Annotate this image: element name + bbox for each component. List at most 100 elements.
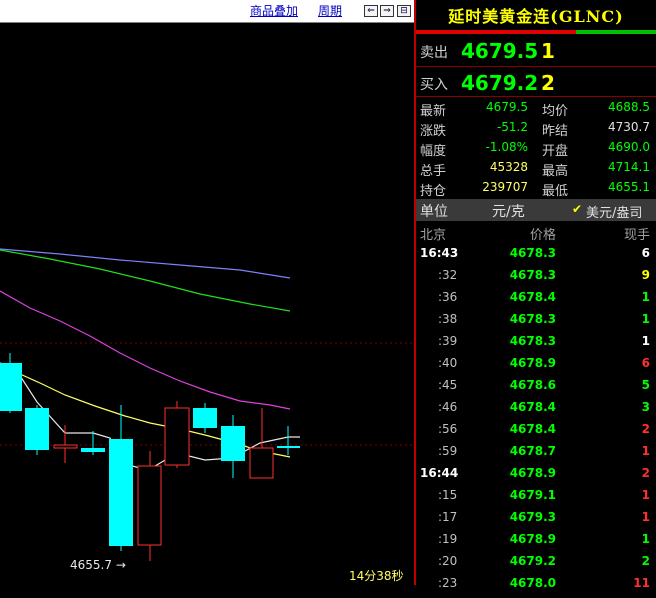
tick-volume: 5 <box>641 378 650 392</box>
candlestick-chart[interactable] <box>0 23 414 585</box>
stat-label: 总手 <box>420 164 447 179</box>
tick-row: :32 4678.3 9 <box>416 268 656 290</box>
tick-price: 4678.3 <box>509 268 556 282</box>
stat-label: 均价 <box>542 104 569 119</box>
candle <box>193 403 217 433</box>
tick-volume: 6 <box>641 246 650 260</box>
tick-time: :59 <box>438 444 458 458</box>
tick-time: :39 <box>438 334 458 348</box>
checkbox-check-icon[interactable]: ✔ <box>572 202 582 216</box>
tick-price: 4679.3 <box>509 510 556 524</box>
tick-header-price: 价格 <box>529 228 556 243</box>
tick-price: 4678.9 <box>509 532 556 546</box>
tick-row: :23 4678.0 11 <box>416 576 656 598</box>
kline-chart-panel[interactable]: 商品叠加 周期 ⇐ ⇒ ⊟ 4655.7 → 14分38秒 <box>0 0 414 585</box>
tick-price: 4678.6 <box>509 378 556 392</box>
ma-blue-line <box>0 248 291 279</box>
tick-row: 16:43 4678.3 6 <box>416 246 656 268</box>
candle <box>221 415 245 478</box>
buy-price: 4679.2 <box>461 71 539 95</box>
tick-price: 4678.3 <box>509 246 556 260</box>
tick-volume: 3 <box>641 400 650 414</box>
tick-volume: 6 <box>641 356 650 370</box>
stat-label: 持仓 <box>420 184 447 199</box>
stat-value: 239707 <box>482 180 528 194</box>
tick-price: 4678.3 <box>509 312 556 326</box>
overlay-link[interactable]: 商品叠加 <box>250 4 298 18</box>
countdown-timer: 14分38秒 <box>349 569 404 583</box>
tick-time: :17 <box>438 510 458 524</box>
tick-row: :15 4679.1 1 <box>416 488 656 510</box>
candle <box>109 405 133 551</box>
candle <box>25 405 49 455</box>
tick-row: :56 4678.4 2 <box>416 422 656 444</box>
tick-price: 4678.4 <box>509 290 556 304</box>
tick-row: :46 4678.4 3 <box>416 400 656 422</box>
low-price-marker: 4655.7 → <box>70 558 126 572</box>
tick-volume: 1 <box>641 510 650 524</box>
tick-time: :15 <box>438 488 458 502</box>
unit-value: 元/克 <box>492 204 525 220</box>
tick-header: 北京 价格 现手 <box>416 222 656 244</box>
unit-bar: 单位 元/克 ✔ 美元/盎司 <box>416 199 656 221</box>
tick-time: 16:43 <box>420 246 459 260</box>
tick-price: 4678.9 <box>509 466 556 480</box>
tick-price: 4678.3 <box>509 334 556 348</box>
tick-time: :32 <box>438 268 458 282</box>
stat-value: -51.2 <box>496 120 528 134</box>
unit-label: 单位 <box>420 204 448 220</box>
tick-price: 4679.1 <box>509 488 556 502</box>
tick-price: 4678.9 <box>509 356 556 370</box>
tick-header-volume: 现手 <box>623 228 650 243</box>
period-link[interactable]: 周期 <box>318 4 342 18</box>
tick-volume: 1 <box>641 334 650 348</box>
tick-row: :17 4679.3 1 <box>416 510 656 532</box>
collapse-icon[interactable]: ⊟ <box>397 5 411 17</box>
buy-sell-ratio-bar <box>416 30 656 34</box>
sell-volume: 1 <box>541 39 555 63</box>
tick-volume: 1 <box>641 532 650 546</box>
stat-label: 最高 <box>542 164 569 179</box>
tick-price: 4678.7 <box>509 444 556 458</box>
candle <box>164 401 190 468</box>
tick-volume: 1 <box>641 488 650 502</box>
candle <box>81 431 105 455</box>
next-arrow-icon[interactable]: ⇒ <box>380 5 394 17</box>
stat-value: 45328 <box>489 160 528 174</box>
buy-label: 买入 <box>420 77 448 93</box>
divider-line <box>416 96 656 97</box>
tick-volume: 1 <box>641 444 650 458</box>
tick-row: :19 4678.9 1 <box>416 532 656 554</box>
tick-price: 4678.0 <box>509 576 556 590</box>
stat-label: 最新 <box>420 104 447 119</box>
tick-time: :46 <box>438 400 458 414</box>
candle <box>277 426 300 455</box>
tick-volume: 2 <box>641 466 650 480</box>
stat-value: 4688.5 <box>608 100 650 114</box>
tick-time: :19 <box>438 532 458 546</box>
tick-price: 4679.2 <box>509 554 556 568</box>
ma-green-line <box>0 249 291 312</box>
tick-row: :38 4678.3 1 <box>416 312 656 334</box>
buy-volume: 2 <box>541 71 555 95</box>
prev-arrow-icon[interactable]: ⇐ <box>364 5 378 17</box>
tick-time: :36 <box>438 290 458 304</box>
tick-volume: 11 <box>633 576 650 590</box>
stat-label: 涨跌 <box>420 124 447 139</box>
tick-row: :36 4678.4 1 <box>416 290 656 312</box>
divider-line <box>416 66 656 67</box>
quote-panel: 延时美黄金连(GLNC) 卖出 4679.5 1 买入 4679.2 2 最新 4… <box>416 0 656 590</box>
tick-row: :40 4678.9 6 <box>416 356 656 378</box>
stat-value: 4679.5 <box>486 100 528 114</box>
stat-value: 4690.0 <box>608 140 650 154</box>
tick-row: :20 4679.2 2 <box>416 554 656 576</box>
sell-label: 卖出 <box>420 45 448 61</box>
candle <box>0 353 22 413</box>
candle <box>249 408 274 479</box>
stat-label: 幅度 <box>420 144 447 159</box>
tick-time: :45 <box>438 378 458 392</box>
usd-unit-toggle[interactable]: 美元/盎司 <box>586 202 642 221</box>
stat-value: -1.08% <box>485 140 528 154</box>
stat-label: 昨结 <box>542 124 569 139</box>
tick-volume: 9 <box>641 268 650 282</box>
